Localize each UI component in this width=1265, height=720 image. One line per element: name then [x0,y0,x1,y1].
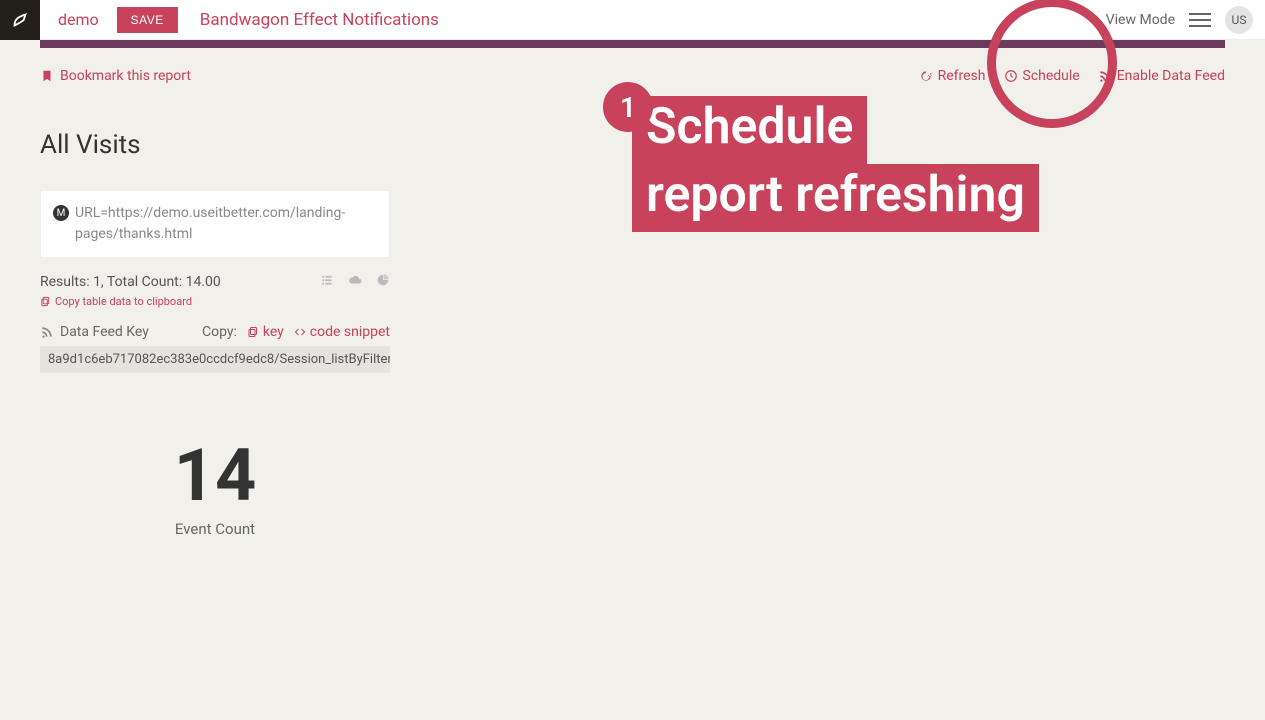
copy-icon [247,326,259,338]
pie-chart-icon[interactable] [376,272,390,291]
url-filter-text: URL=https://demo.useitbetter.com/landing… [75,203,377,245]
user-avatar[interactable]: US [1225,6,1253,34]
top-bar: demo SAVE Bandwagon Effect Notifications… [0,0,1265,40]
logo-icon [9,9,31,31]
copy-icon [40,296,51,307]
bookmark-label: Bookmark this report [60,68,191,84]
refresh-icon [919,69,933,83]
rss-icon [1098,69,1112,83]
feed-key-value[interactable]: 8a9d1c6eb717082ec383e0ccdcf9edc8/Session… [40,346,390,373]
accent-bar [40,40,1225,48]
page-heading: All Visits [40,130,1225,160]
feed-key-label: Data Feed Key [40,324,149,340]
rss-icon [40,325,54,339]
actions-row: Bookmark this report Refresh Schedule En… [40,48,1225,104]
metric-value: 14 [40,433,390,518]
save-button[interactable]: SAVE [117,7,178,33]
copy-table-link[interactable]: Copy table data to clipboard [40,295,390,308]
menu-icon[interactable] [1189,9,1211,31]
metric-label: Event Count [40,520,390,538]
bookmark-icon [40,69,54,83]
bookmark-link[interactable]: Bookmark this report [40,68,191,84]
report-title: Bandwagon Effect Notifications [200,10,439,30]
refresh-link[interactable]: Refresh [919,68,986,84]
url-filter-box[interactable]: M URL=https://demo.useitbetter.com/landi… [40,190,390,258]
enable-feed-link[interactable]: Enable Data Feed [1098,68,1225,84]
app-logo[interactable] [0,0,40,40]
copy-snippet-link[interactable]: code snippet [294,324,390,340]
schedule-link[interactable]: Schedule [1004,68,1080,84]
match-badge: M [53,205,69,221]
view-mode-label[interactable]: View Mode [1106,12,1175,28]
project-link[interactable]: demo [40,10,117,29]
content-area: Bookmark this report Refresh Schedule En… [0,48,1265,720]
cloud-icon[interactable] [348,272,362,291]
report-panel: M URL=https://demo.useitbetter.com/landi… [40,190,390,538]
clock-icon [1004,69,1018,83]
code-icon [294,326,306,338]
results-summary: Results: 1, Total Count: 14.00 [40,274,221,290]
copy-label: Copy: [202,324,237,340]
copy-key-link[interactable]: key [247,324,284,340]
callout-line-2: report refreshing [632,164,1039,232]
list-view-icon[interactable] [320,272,334,291]
